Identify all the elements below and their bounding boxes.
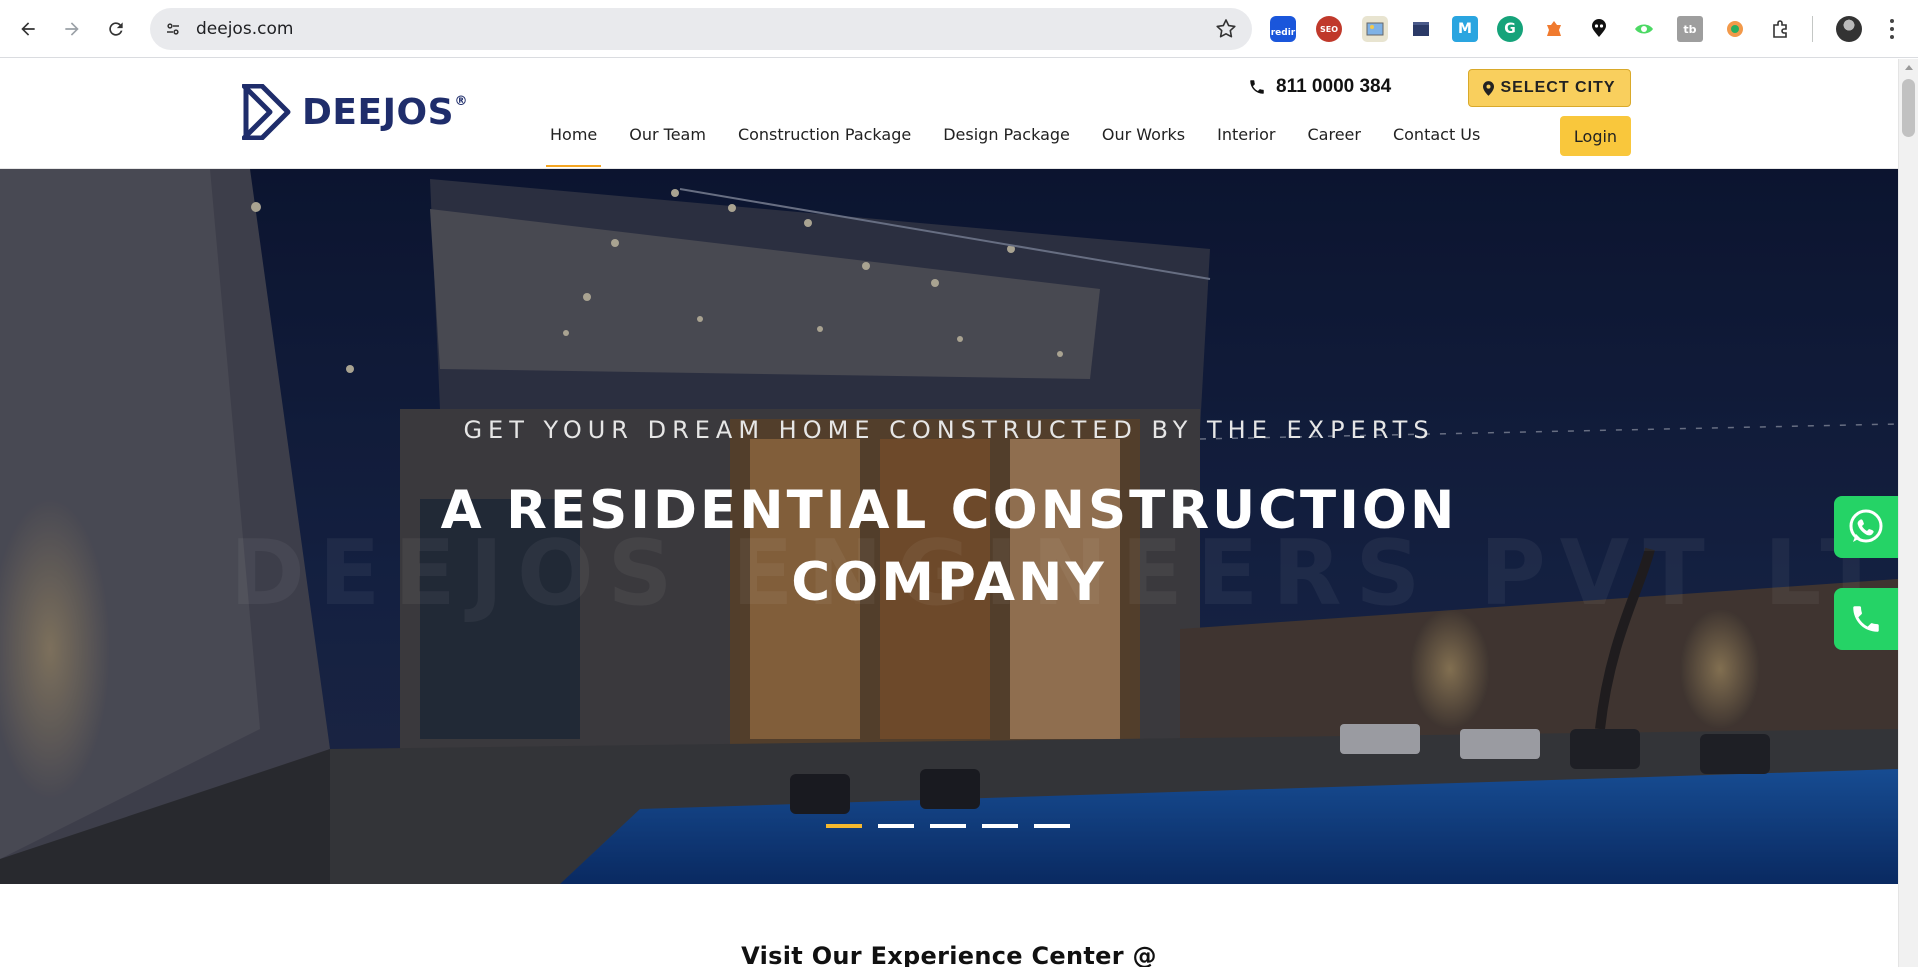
bookmark-star-icon[interactable] [1214,17,1238,41]
extension-label: SEO [1319,24,1339,34]
slider-dot-4[interactable] [982,824,1018,828]
slider-dot-1[interactable] [826,824,862,828]
back-button[interactable] [12,13,44,45]
slider-dot-2[interactable] [878,824,914,828]
redir-extension-icon[interactable]: redir [1270,16,1296,42]
site-header: DEEJOS ® 811 0000 384 SELECT CITY Home Ou… [0,59,1898,169]
spy-extension-icon[interactable] [1586,16,1612,42]
nav-contact-us[interactable]: Contact Us [1377,125,1496,167]
toolbar-divider [1812,16,1813,42]
brand-name: DEEJOS ® [302,91,468,133]
nav-our-works[interactable]: Our Works [1086,125,1201,167]
hero-slider: DEEJOS ENGINEERS PVT LTD GET YOUR DREAM … [0,169,1898,884]
page-scrollbar[interactable] [1898,59,1918,967]
profile-avatar[interactable] [1836,16,1862,42]
address-bar[interactable]: deejos.com [150,8,1252,50]
nav-interior[interactable]: Interior [1201,125,1291,167]
main-navigation: Home Our Team Construction Package Desig… [534,125,1496,167]
hero-title: A RESIDENTIAL CONSTRUCTION COMPANY [440,480,1458,613]
slider-dot-5[interactable] [1034,824,1070,828]
select-city-label: SELECT CITY [1500,79,1616,96]
scroll-up-arrow-icon[interactable] [1905,65,1913,70]
map-pin-icon [1483,80,1495,96]
phone-number: 811 0000 384 [1276,76,1392,97]
extension-label: tb [1683,22,1697,36]
reload-button[interactable] [100,13,132,45]
nav-design-package[interactable]: Design Package [927,125,1086,167]
fox-extension-icon[interactable] [1541,16,1567,42]
forward-button[interactable] [56,13,88,45]
registered-mark: ® [454,93,468,109]
nav-career[interactable]: Career [1292,125,1377,167]
seoquake-extension-icon[interactable] [1722,16,1748,42]
deejos-logo[interactable]: DEEJOS ® [242,84,468,140]
extension-label: G [1504,21,1516,37]
slider-pagination [826,824,1070,828]
extension-label: redir [1270,28,1296,38]
slider-dot-3[interactable] [930,824,966,828]
url-text[interactable]: deejos.com [196,19,293,39]
nav-our-team[interactable]: Our Team [613,125,722,167]
image-extension-icon[interactable] [1362,16,1388,42]
brand-text: DEEJOS [302,91,454,133]
m-extension-icon[interactable]: M [1452,16,1478,42]
phone-icon [1250,80,1264,94]
arrow-left-icon [21,22,35,36]
browser-toolbar: deejos.com redir SEO M G tb [0,0,1918,58]
browser-menu-icon[interactable] [1882,16,1902,42]
tb-extension-icon[interactable]: tb [1677,16,1703,42]
nav-home[interactable]: Home [534,125,613,167]
nav-construction-package[interactable]: Construction Package [722,125,927,167]
hero-subtitle: GET YOUR DREAM HOME CONSTRUCTED BY THE E… [463,416,1435,444]
deejos-logo-icon [242,84,291,140]
whatsapp-icon [1849,509,1883,543]
header-phone[interactable]: 811 0000 384 [1248,76,1391,98]
eye-extension-icon[interactable] [1631,16,1657,42]
puzzle-extensions-icon[interactable] [1767,16,1793,42]
clapper-extension-icon[interactable] [1408,16,1434,42]
grammarly-extension-icon[interactable]: G [1497,16,1523,42]
reload-icon [109,22,123,36]
arrow-right-icon [65,22,79,36]
whatsapp-button[interactable] [1834,496,1898,558]
login-button[interactable]: Login [1560,116,1631,156]
extension-label: M [1458,21,1472,37]
experience-center-heading: Visit Our Experience Center @ [741,942,1157,967]
call-button[interactable] [1834,588,1898,650]
site-settings-icon[interactable] [162,18,184,40]
select-city-button[interactable]: SELECT CITY [1468,69,1631,107]
scrollbar-thumb[interactable] [1902,79,1915,137]
seo-extension-icon[interactable]: SEO [1316,16,1342,42]
phone-call-icon [1853,606,1879,632]
